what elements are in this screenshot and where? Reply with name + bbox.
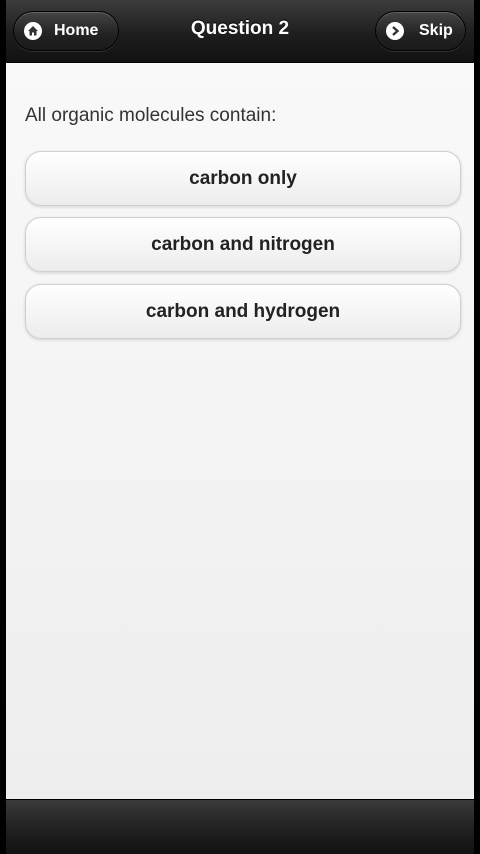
question-content: All organic molecules contain: carbon on… xyxy=(6,63,474,799)
answer-button-1[interactable]: carbon only xyxy=(25,151,461,206)
skip-button[interactable]: Skip xyxy=(375,11,466,51)
question-text: All organic molecules contain: xyxy=(25,105,277,126)
app-frame: Home Question 2 Skip All organic molecul… xyxy=(0,0,480,854)
answer-button-3[interactable]: carbon and hydrogen xyxy=(25,284,461,339)
chevron-right-icon xyxy=(386,22,404,40)
skip-button-label: Skip xyxy=(419,22,453,39)
top-header: Home Question 2 Skip xyxy=(6,0,474,63)
bottom-footer-bar xyxy=(6,799,474,854)
answer-button-2[interactable]: carbon and nitrogen xyxy=(25,217,461,272)
